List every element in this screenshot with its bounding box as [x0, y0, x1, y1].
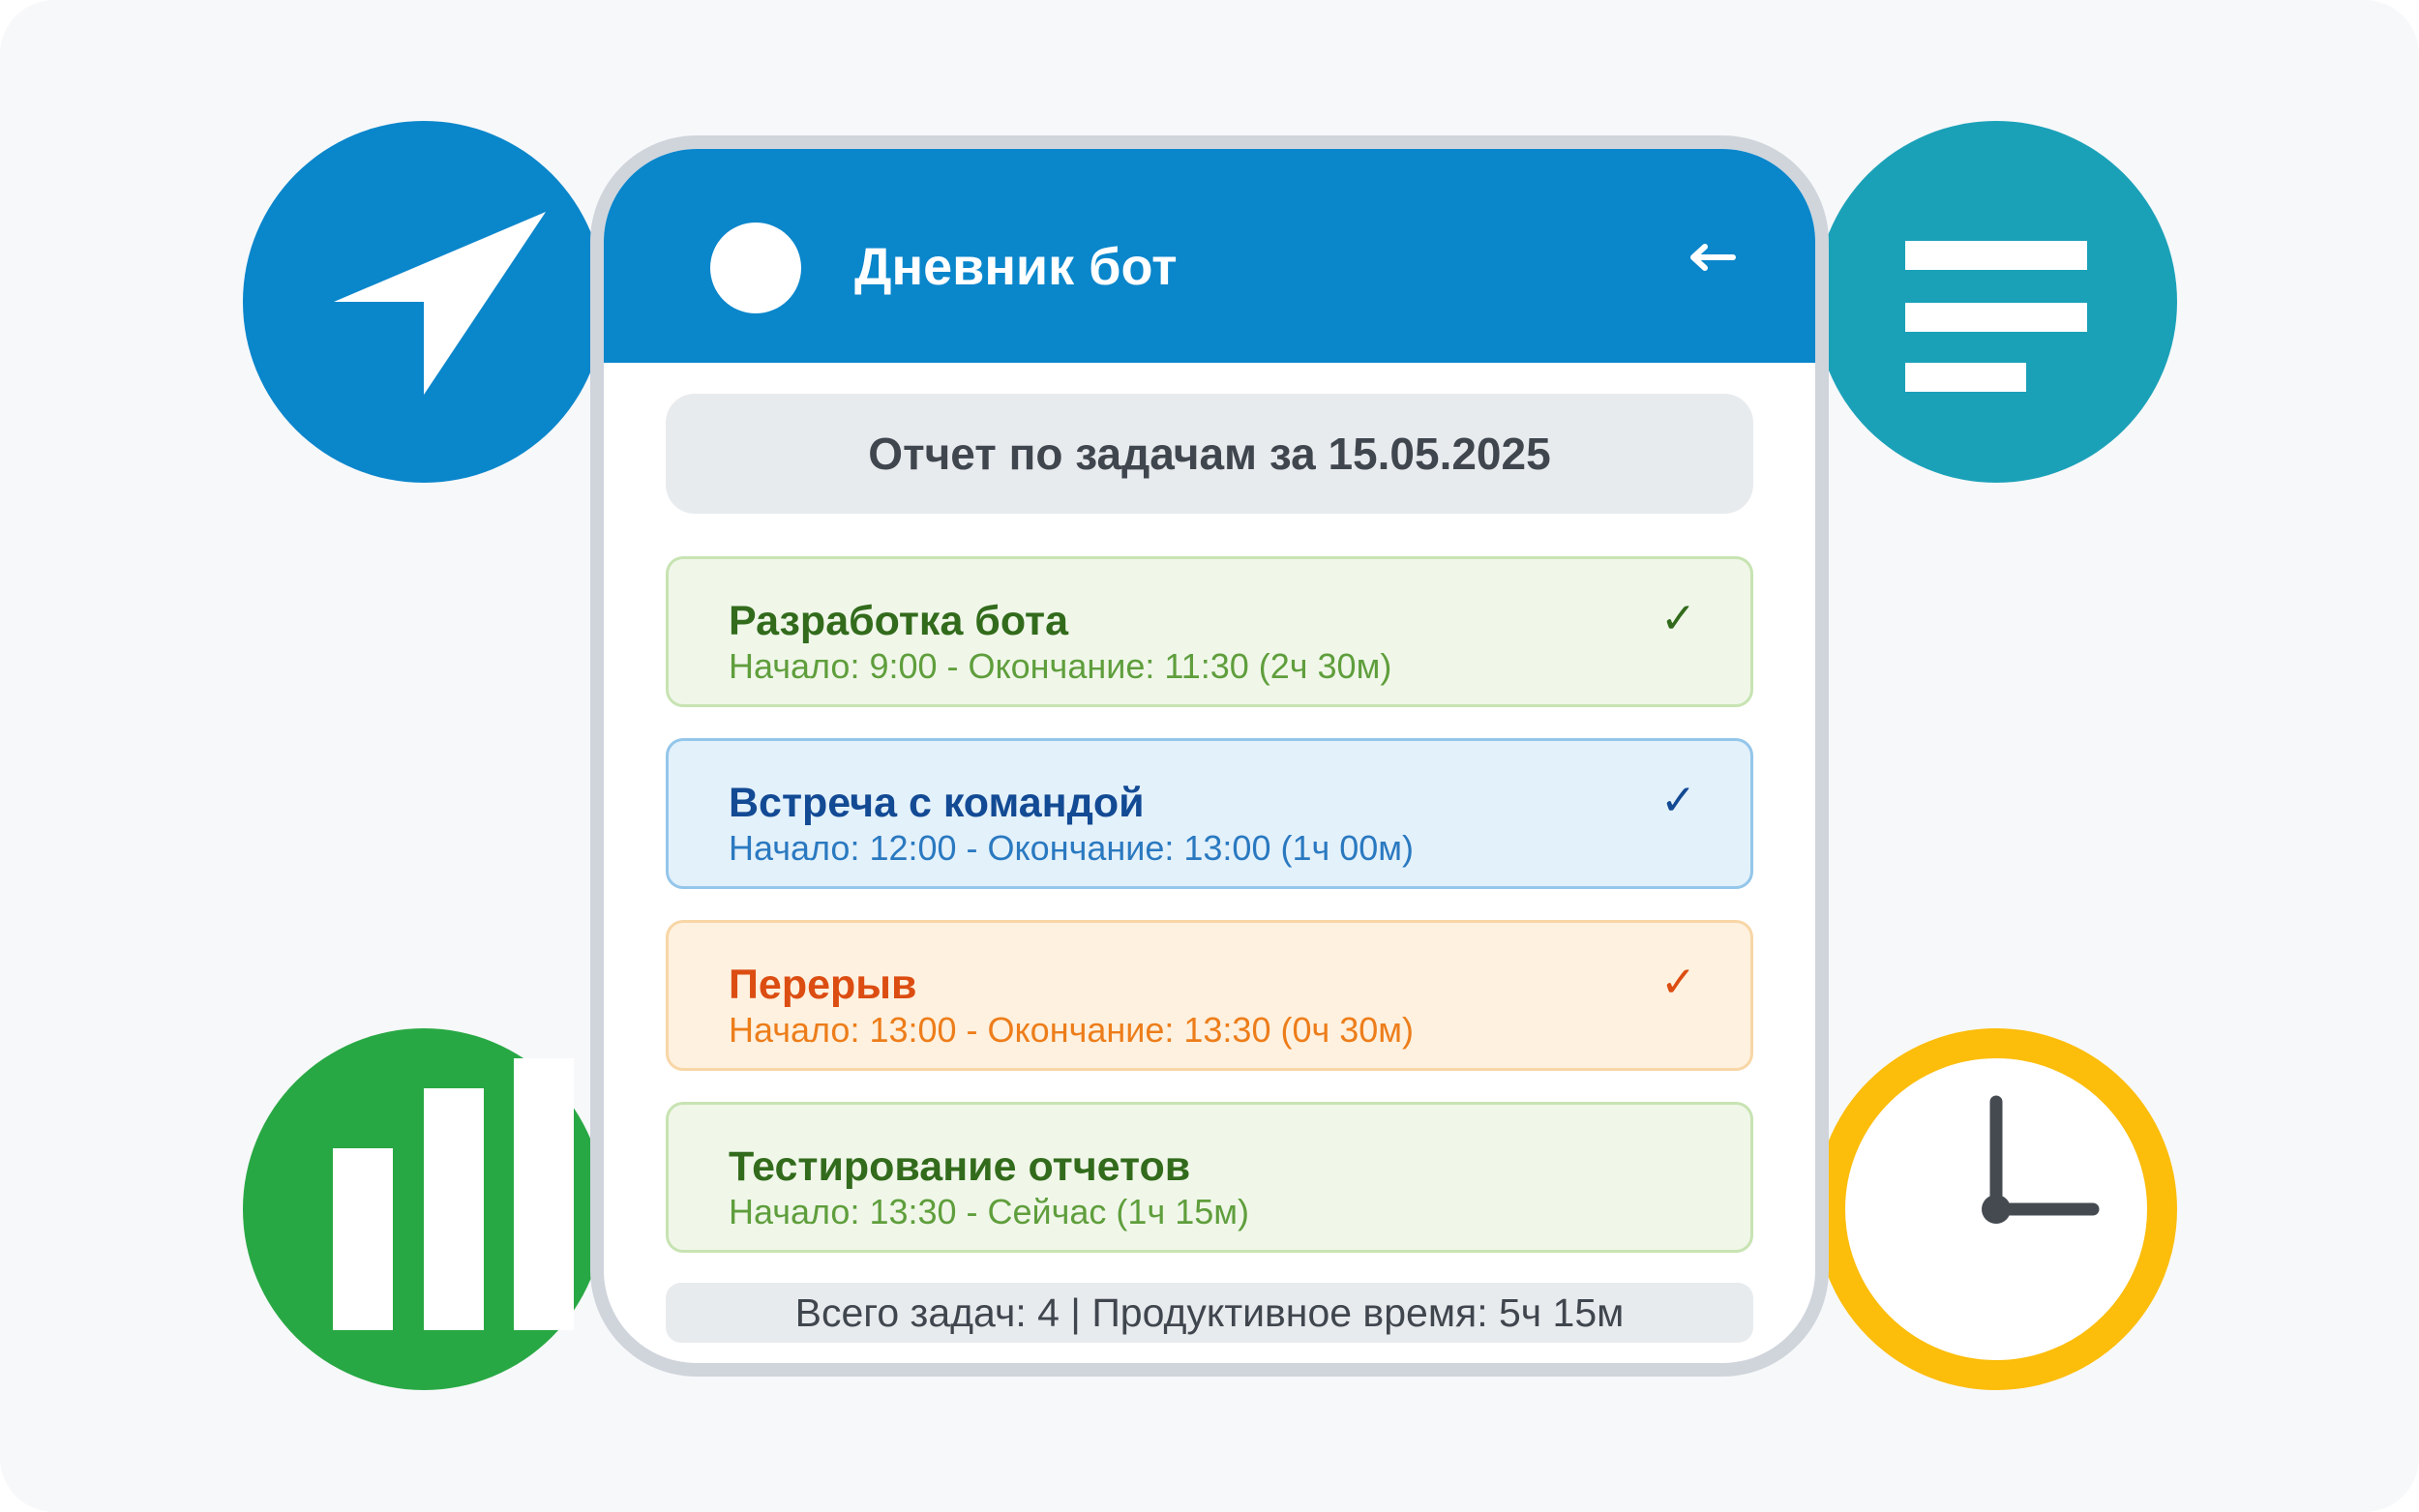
navigation-badge [243, 121, 605, 483]
task-name: Тестирование отчетов [729, 1143, 1191, 1190]
stats-badge [243, 1028, 605, 1390]
task-card-team-meeting[interactable]: Встреча с командой Начало: 12:00 - Оконч… [666, 738, 1753, 889]
summary-bar: Всего задач: 4 | Продуктивное время: 5ч … [666, 1283, 1753, 1343]
report-title: Отчет по задачам за 15.05.2025 [666, 394, 1753, 514]
task-time: Начало: 13:30 - Сейчас (1ч 15м) [729, 1192, 1249, 1231]
task-time: Начало: 9:00 - Окончание: 11:30 (2ч 30м) [729, 646, 1392, 686]
task-time: Начало: 13:00 - Окончание: 13:30 (0ч 30м… [729, 1010, 1415, 1050]
task-card-report-testing[interactable]: Тестирование отчетов Начало: 13:30 - Сей… [666, 1102, 1753, 1253]
bot-avatar[interactable] [710, 222, 801, 313]
task-card-break[interactable]: Перерыв Начало: 13:00 - Окончание: 13:30… [666, 920, 1753, 1071]
check-icon: ✓ [1660, 959, 1696, 1006]
task-time: Начало: 12:00 - Окончание: 13:00 (1ч 00м… [729, 828, 1415, 868]
bar-chart-icon [333, 1058, 574, 1330]
task-card-bot-development[interactable]: Разработка бота Начало: 9:00 - Окончание… [666, 556, 1753, 707]
task-name: Перерыв [729, 962, 917, 1008]
task-name: Разработка бота [729, 598, 1069, 644]
clock-badge [1815, 1028, 2177, 1390]
menu-badge [1815, 121, 2177, 483]
task-name: Встреча с командой [729, 780, 1145, 826]
chat-screen: Дневник бот Отчет по задачам за 15.05.20… [604, 149, 1815, 1363]
check-icon: ✓ [1660, 595, 1696, 642]
clock-icon [1982, 1095, 2100, 1224]
reply-arrow-icon [1690, 244, 1736, 271]
check-icon: ✓ [1660, 777, 1696, 824]
bot-title: Дневник бот [854, 238, 1178, 296]
phone-frame: Дневник бот Отчет по задачам за 15.05.20… [590, 135, 1829, 1377]
back-button[interactable] [1684, 238, 1742, 296]
navigation-arrow-icon [334, 212, 546, 395]
chat-header: Дневник бот [604, 149, 1815, 363]
app-canvas: Дневник бот Отчет по задачам за 15.05.20… [0, 0, 2419, 1512]
menu-lines-icon [1905, 241, 2087, 392]
